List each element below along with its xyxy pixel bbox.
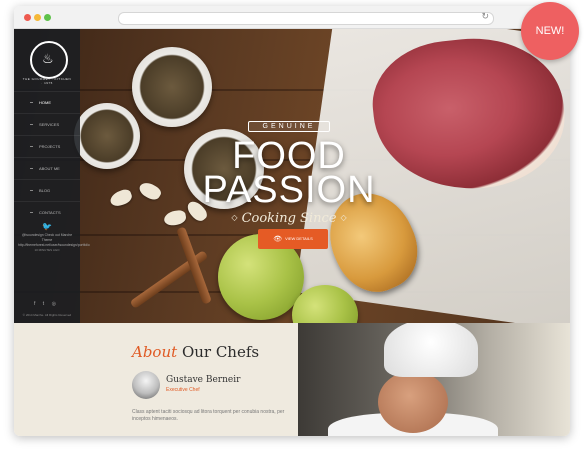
chef-role: Executive Chef [166,387,200,393]
brand-logo[interactable]: ♨ [30,41,68,79]
chef-avatar[interactable] [132,371,160,399]
maximize-window-dot[interactable] [44,14,51,21]
address-bar[interactable]: ↻ [118,11,494,25]
about-chefs-section: About Our Chefs Gustave Berneir Executiv… [14,323,298,436]
main-navigation: HOME SERVICES PROJECTS ABOUT ME BLOG CON… [14,91,80,223]
view-details-button[interactable]: 👁 VIEW DETAILS [258,229,328,249]
hero-ribbon: GENUINE [247,121,331,132]
diamond-right-icon: ◇ [340,213,347,222]
logo-text: THE GOURMET · KITCHEN · 1975 [22,77,72,85]
view-details-label: VIEW DETAILS [285,236,313,241]
hero-title: FOOD PASSION [202,135,376,211]
twitter-small-icon[interactable]: t [43,301,47,307]
nav-item-home[interactable]: HOME [14,91,80,113]
browser-window: ↻ ♨ THE GOURMET · KITCHEN · 1975 HOME SE… [14,6,570,436]
rss-icon[interactable]: ◎ [52,301,59,307]
chef-photo [298,323,570,436]
hero-subtitle-row: ◇ Cooking Since ◇ [164,211,414,226]
twitter-icon[interactable]: 🐦 [42,222,52,231]
nav-item-projects[interactable]: PROJECTS [14,135,80,157]
hero-subtitle: Cooking Since [241,211,337,226]
tweet-time: 10 MINUTES AGO [34,248,60,252]
nav-item-services[interactable]: SERVICES [14,113,80,135]
minimize-window-dot[interactable] [34,14,41,21]
facebook-icon[interactable]: f [34,301,38,307]
nav-item-contacts[interactable]: CONTACTS [14,201,80,223]
social-links: f t ◎ [34,301,59,307]
nav-item-blog[interactable]: BLOG [14,179,80,201]
chef-hat-icon: ♨ [42,51,54,66]
tweet-handle[interactable]: @tsoundesign [22,233,44,237]
new-badge-label: NEW! [535,25,565,37]
tweet-text: Check out Marche Theme [41,233,73,242]
about-title-rest: Our Chefs [181,343,260,361]
nav-item-about[interactable]: ABOUT ME [14,157,80,179]
eye-icon: 👁 [273,236,283,243]
about-title-accent: About [132,343,178,361]
sidebar: ♨ THE GOURMET · KITCHEN · 1975 HOME SERV… [14,29,90,323]
new-badge: NEW! [521,2,579,60]
reload-icon[interactable]: ↻ [481,11,489,22]
about-text: Class aptent taciti sociosqu ad litora t… [132,409,285,422]
spice-bowl-image [74,103,140,169]
chef-name[interactable]: Gustave Berneir [166,375,240,385]
about-title: About Our Chefs [132,343,259,361]
diamond-left-icon: ◇ [231,213,238,222]
hero-heading-block: GENUINE FOOD PASSION ◇ Cooking Since ◇ [164,115,414,226]
tweet-widget: @tsoundesign Check out Marche Theme http… [18,233,90,253]
hero-section: ♨ THE GOURMET · KITCHEN · 1975 HOME SERV… [14,29,570,323]
close-window-dot[interactable] [24,14,31,21]
copyright-text: © 2014 Marche. All Rights Reserved [22,313,72,317]
browser-chrome: ↻ [14,6,570,29]
